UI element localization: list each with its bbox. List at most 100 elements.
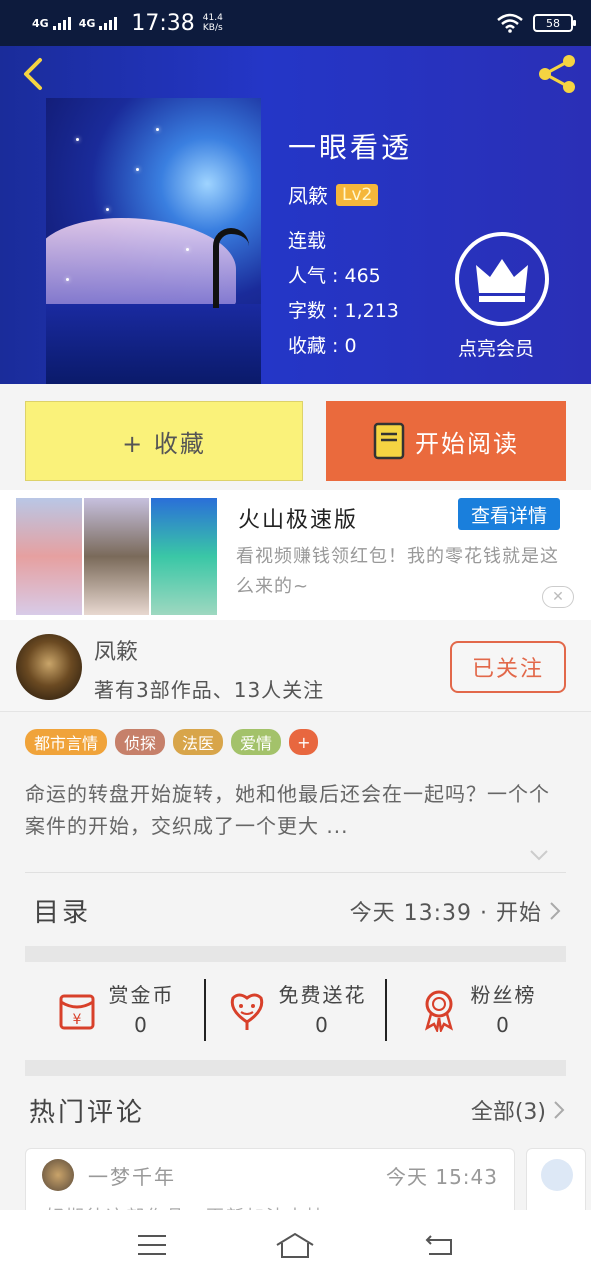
comment-user[interactable]: 一梦千年 xyxy=(88,1161,176,1190)
send-flower-button[interactable]: 免费送花 0 xyxy=(204,979,385,1041)
cover-star xyxy=(186,248,189,251)
tag-item[interactable]: 爱情 xyxy=(231,729,282,755)
all-comments-link[interactable]: 全部(3) xyxy=(471,1094,566,1126)
share-icon[interactable] xyxy=(535,52,579,96)
send-flowers: 免费送花 0 xyxy=(279,980,367,1040)
comments-title: 热门评论 xyxy=(29,1097,146,1128)
avatar[interactable] xyxy=(541,1159,573,1191)
medal-icon xyxy=(424,990,453,1032)
toc-latest-update: 今天 13:39 · 开始 xyxy=(349,900,542,926)
book-author[interactable]: 凤簌 xyxy=(288,180,328,209)
book-description[interactable]: 命运的转盘开始旋转，她和他最后还会在一起吗？一个个案件的开始，交织成了一个更大 … xyxy=(25,778,565,842)
book-icon xyxy=(373,422,405,460)
fan-ranking: 粉丝榜 0 xyxy=(471,980,537,1040)
start-reading-button[interactable]: 开始阅读 xyxy=(326,401,566,481)
vip-label[interactable]: 点亮会员 xyxy=(458,334,534,361)
ad-image-panel xyxy=(83,498,152,615)
menu-icon xyxy=(137,1235,166,1255)
toc-label: 目录 xyxy=(33,898,92,928)
chevron-right-icon xyxy=(554,1101,565,1119)
home-button[interactable] xyxy=(275,1225,315,1265)
stat-popularity: 人气 : 465 xyxy=(288,265,381,287)
avatar[interactable] xyxy=(16,634,82,700)
ad-title[interactable]: 火山极速版 xyxy=(238,502,358,534)
cover-star xyxy=(106,208,109,211)
ad-image-panel xyxy=(16,498,84,615)
back-icon xyxy=(425,1235,453,1255)
chevron-right-icon xyxy=(550,901,561,920)
book-author-line: 凤簌 Lv2 xyxy=(288,180,379,209)
cover-art-ground xyxy=(46,304,261,384)
action-count: 0 xyxy=(134,1013,149,1037)
network-speed: 41.4 KB/s xyxy=(203,13,223,33)
support-actions: ¥ 赏金币 0 免费送花 0 粉丝榜 0 xyxy=(25,962,566,1058)
cover-art-tree xyxy=(213,228,249,308)
stat-favorites: 收藏 : 0 xyxy=(288,335,357,357)
signal-2: 4G xyxy=(78,16,118,30)
red-envelope-icon: ¥ xyxy=(59,994,94,1030)
cover-star xyxy=(156,128,159,131)
network-type-2: 4G xyxy=(78,16,96,30)
network-type-1: 4G xyxy=(32,16,49,30)
add-tag-button[interactable]: + xyxy=(289,729,319,755)
book-title: 一眼看透 xyxy=(288,131,413,164)
add-favorite-button[interactable]: + 收藏 xyxy=(25,401,303,481)
close-icon[interactable]: ✕ xyxy=(542,586,574,608)
ad-banner[interactable]: 火山极速版 查看详情 看视频赚钱领红包！我的零花钱就是这么来的~ ✕ xyxy=(0,490,591,620)
tag-item[interactable]: 侦探 xyxy=(115,729,166,755)
wifi-icon xyxy=(497,13,523,33)
speed-value: 41.4 xyxy=(202,13,223,23)
ad-image-panel xyxy=(151,498,218,615)
signal-bars-icon xyxy=(99,16,118,30)
cover-star xyxy=(136,168,139,171)
menu-button[interactable] xyxy=(132,1225,172,1265)
table-of-contents-row[interactable]: 目录 今天 13:39 · 开始 xyxy=(25,872,566,948)
action-label: 赏金币 xyxy=(108,983,175,1007)
book-cover[interactable] xyxy=(46,98,261,384)
section-divider xyxy=(25,946,566,962)
back-button[interactable] xyxy=(419,1225,459,1265)
signal-bars-icon xyxy=(52,16,71,30)
action-label: 免费送花 xyxy=(278,983,367,1007)
speed-unit: KB/s xyxy=(202,23,223,33)
battery-icon: 58 xyxy=(533,14,576,32)
back-arrow-icon[interactable] xyxy=(16,54,50,94)
all-comments-label: 全部(3) xyxy=(470,1100,546,1125)
author-name[interactable]: 凤簌 xyxy=(94,634,138,666)
cover-star xyxy=(76,138,79,141)
toc-latest: 今天 13:39 · 开始 xyxy=(350,895,562,927)
follow-button[interactable]: 已关注 xyxy=(450,641,566,693)
stat-label: 字数 xyxy=(288,300,327,322)
svg-text:¥: ¥ xyxy=(72,1012,81,1028)
stat-label: 人气 xyxy=(288,265,327,287)
stat-words: 字数 : 1,213 xyxy=(288,300,399,322)
clock: 17:38 xyxy=(131,10,195,36)
cover-star xyxy=(66,278,69,281)
ad-details-button[interactable]: 查看详情 xyxy=(458,498,560,530)
section-divider xyxy=(25,1060,566,1076)
flower-icon xyxy=(230,993,263,1030)
action-count: 0 xyxy=(315,1013,330,1037)
reward-coins: 赏金币 0 xyxy=(109,980,175,1040)
action-label: 粉丝榜 xyxy=(470,983,537,1007)
home-icon xyxy=(276,1232,315,1258)
fan-ranking-button[interactable]: 粉丝榜 0 xyxy=(385,979,566,1041)
ad-image[interactable] xyxy=(16,498,218,615)
battery-level: 58 xyxy=(546,16,560,30)
tag-item[interactable]: 都市言情 xyxy=(25,729,108,755)
status-bar: 4G 4G 17:38 41.4 KB/s 58 xyxy=(0,0,591,46)
ad-description[interactable]: 看视频赚钱领红包！我的零花钱就是这么来的~ xyxy=(236,542,566,602)
chevron-down-icon[interactable] xyxy=(528,846,550,864)
comment-time: 今天 15:43 xyxy=(386,1165,498,1189)
book-status: 连载 xyxy=(288,230,327,252)
system-navigation-bar xyxy=(0,1210,591,1280)
start-reading-label: 开始阅读 xyxy=(415,429,519,458)
tag-item[interactable]: 法医 xyxy=(173,729,224,755)
stat-value: 465 xyxy=(344,265,381,287)
avatar[interactable] xyxy=(42,1159,74,1191)
reward-coins-button[interactable]: ¥ 赏金币 0 xyxy=(25,979,204,1041)
vip-button[interactable] xyxy=(455,232,549,326)
author-card[interactable]: 凤簌 著有3部作品、13人关注 已关注 xyxy=(0,620,591,712)
stat-value: 0 xyxy=(344,335,357,357)
cover-art-mountain xyxy=(46,218,236,308)
